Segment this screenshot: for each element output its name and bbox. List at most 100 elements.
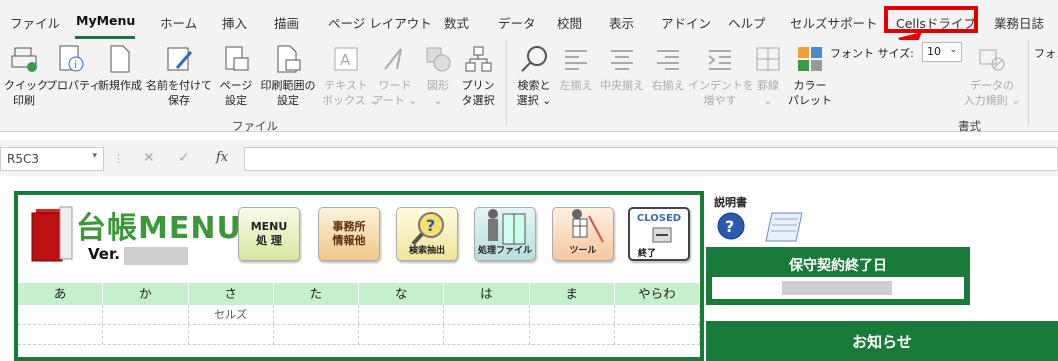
font-size-value: 10 xyxy=(927,45,941,58)
table-cell[interactable] xyxy=(359,325,445,344)
kana-tab-ka[interactable]: か xyxy=(103,283,189,305)
kana-tab-sa[interactable]: さ xyxy=(189,283,274,305)
tab-review[interactable]: 校閲 xyxy=(557,13,582,32)
color-palette-label-1: カラー xyxy=(793,79,827,92)
worksheet[interactable]: 台帳MENU Ver. MENU 処 理 事務所 情報他 ? 検索抽出 処理ファイル… xyxy=(0,176,1058,361)
table-cell[interactable] xyxy=(615,325,700,344)
page-setup-label-2: 設定 xyxy=(225,94,247,107)
table-cell[interactable] xyxy=(103,325,189,344)
indent-button[interactable]: インデントを 増やす xyxy=(688,40,754,132)
name-box[interactable]: R5C3 ▾ xyxy=(0,147,104,171)
confirm-icon[interactable]: ✓ xyxy=(178,150,190,166)
calendar-icon[interactable] xyxy=(764,209,804,243)
fx-icon[interactable]: fx xyxy=(216,150,228,165)
office-info-label-1: 事務所 xyxy=(332,220,366,233)
tab-file[interactable]: ファイル xyxy=(10,13,60,32)
tab-draw[interactable]: 描画 xyxy=(274,13,299,32)
properties-icon: i xyxy=(54,42,86,76)
kana-tab-ma[interactable]: ま xyxy=(530,283,615,305)
search-icon xyxy=(518,42,550,76)
exit-label: 終了 xyxy=(638,249,657,259)
table-cell[interactable] xyxy=(615,305,700,324)
process-file-button[interactable]: 処理ファイル xyxy=(474,207,536,261)
search-extract-button[interactable]: ? 検索抽出 xyxy=(396,207,458,261)
tab-formulas[interactable]: 数式 xyxy=(444,13,469,32)
group-label-format: 書式 xyxy=(958,119,981,133)
indent-icon xyxy=(704,42,736,76)
new-button[interactable]: 新規作成 xyxy=(94,40,146,132)
help-icon[interactable]: ? xyxy=(716,211,746,241)
table-cell[interactable] xyxy=(189,325,274,344)
menu-process-button[interactable]: MENU 処 理 xyxy=(238,207,300,261)
quick-print-label-1: クイック xyxy=(4,79,48,92)
wordart-label-2: アート ⌄ xyxy=(372,94,418,107)
shapes-icon xyxy=(422,42,454,76)
ribbon-separator xyxy=(1028,40,1029,126)
table-cell[interactable] xyxy=(274,305,359,324)
office-info-button[interactable]: 事務所 情報他 xyxy=(318,207,380,261)
textbox-button[interactable]: A テキスト ボックス ⌄ xyxy=(322,40,378,132)
kana-tab-yarawa[interactable]: やらわ xyxy=(615,283,700,305)
printer-icon xyxy=(8,42,40,76)
kana-tab-a[interactable]: あ xyxy=(18,283,104,305)
data-validation-label-2: 入力規則 ⌄ xyxy=(963,94,1021,107)
table-cell[interactable] xyxy=(444,325,530,344)
font-size-select[interactable]: 10 ⌄ xyxy=(922,42,962,62)
align-right-button[interactable]: 右揃え xyxy=(648,40,688,132)
tab-help[interactable]: ヘルプ xyxy=(728,13,766,32)
process-file-label: 処理ファイル xyxy=(477,246,532,256)
tab-page-layout[interactable]: ページ レイアウト xyxy=(328,13,432,32)
align-left-icon xyxy=(560,42,592,76)
tab-mymenu[interactable]: MyMenu xyxy=(76,13,135,28)
color-palette-icon xyxy=(794,42,826,76)
table-cell[interactable] xyxy=(274,325,359,344)
align-center-button[interactable]: 中央揃え xyxy=(596,40,648,132)
ribbon: クイック 印刷 i プロパティ 新規作成 名前を付けて 保存 ページ 設定 印刷範囲の… xyxy=(0,40,1058,133)
wordart-icon xyxy=(379,42,411,76)
table-cell[interactable] xyxy=(18,325,104,344)
kana-tab-ta[interactable]: た xyxy=(274,283,359,305)
shapes-label-1: 図形 xyxy=(427,79,449,92)
color-palette-button[interactable]: カラー パレット xyxy=(788,40,832,132)
kana-tab-na[interactable]: な xyxy=(359,283,445,305)
kana-tab-ha[interactable]: は xyxy=(444,283,530,305)
align-left-button[interactable]: 左揃え xyxy=(556,40,596,132)
logo-text: 台帳MENU xyxy=(76,211,242,246)
shapes-button[interactable]: 図形 ⌄ xyxy=(418,40,458,132)
align-left-label: 左揃え xyxy=(559,79,593,92)
tab-view[interactable]: 表示 xyxy=(609,13,634,32)
wordart-button[interactable]: ワード アート ⌄ xyxy=(372,40,418,132)
office-info-label-2: 情報他 xyxy=(332,234,366,247)
table-cell[interactable] xyxy=(444,305,530,324)
tool-button[interactable]: ツール xyxy=(552,207,614,261)
ledger-book-icon xyxy=(31,206,73,262)
tab-insert[interactable]: 挿入 xyxy=(222,13,247,32)
tab-business-diary[interactable]: 業務日誌 xyxy=(994,13,1044,32)
tab-home[interactable]: ホーム xyxy=(160,13,197,32)
table-cell[interactable] xyxy=(530,325,615,344)
borders-button[interactable]: 罫線 ⌄ xyxy=(752,40,784,132)
tab-addins[interactable]: アドイン xyxy=(661,13,711,32)
cancel-icon[interactable]: ✕ xyxy=(143,150,155,166)
menu-header: 台帳MENU Ver. MENU 処 理 事務所 情報他 ? 検索抽出 処理ファイル… xyxy=(18,195,700,275)
active-tab-indicator xyxy=(75,36,135,39)
tab-data[interactable]: データ xyxy=(498,13,536,32)
textbox-icon: A xyxy=(330,42,362,76)
font-size-label: フォント サイズ: xyxy=(830,47,914,60)
printer-select-button[interactable]: プリン タ選択 xyxy=(458,40,498,132)
properties-label: プロパティ xyxy=(46,79,101,92)
quick-print-button[interactable]: クイック 印刷 xyxy=(4,40,48,132)
chevron-down-icon: ▾ xyxy=(92,151,97,161)
find-select-button[interactable]: 検索と 選択 ⌄ xyxy=(512,40,556,132)
table-cell[interactable] xyxy=(103,305,189,324)
formula-input[interactable] xyxy=(244,147,1058,171)
table-cell[interactable] xyxy=(18,305,104,324)
name-box-value: R5C3 xyxy=(7,152,39,166)
table-cell[interactable] xyxy=(530,305,615,324)
table-cell[interactable]: セルズ xyxy=(189,305,274,324)
closed-exit-button[interactable]: CLOSED 終了 xyxy=(628,207,690,261)
color-palette-label-2: パレット xyxy=(788,94,832,107)
save-as-button[interactable]: 名前を付けて 保存 xyxy=(146,40,212,132)
table-cell[interactable] xyxy=(359,305,445,324)
properties-button[interactable]: i プロパティ xyxy=(46,40,100,132)
